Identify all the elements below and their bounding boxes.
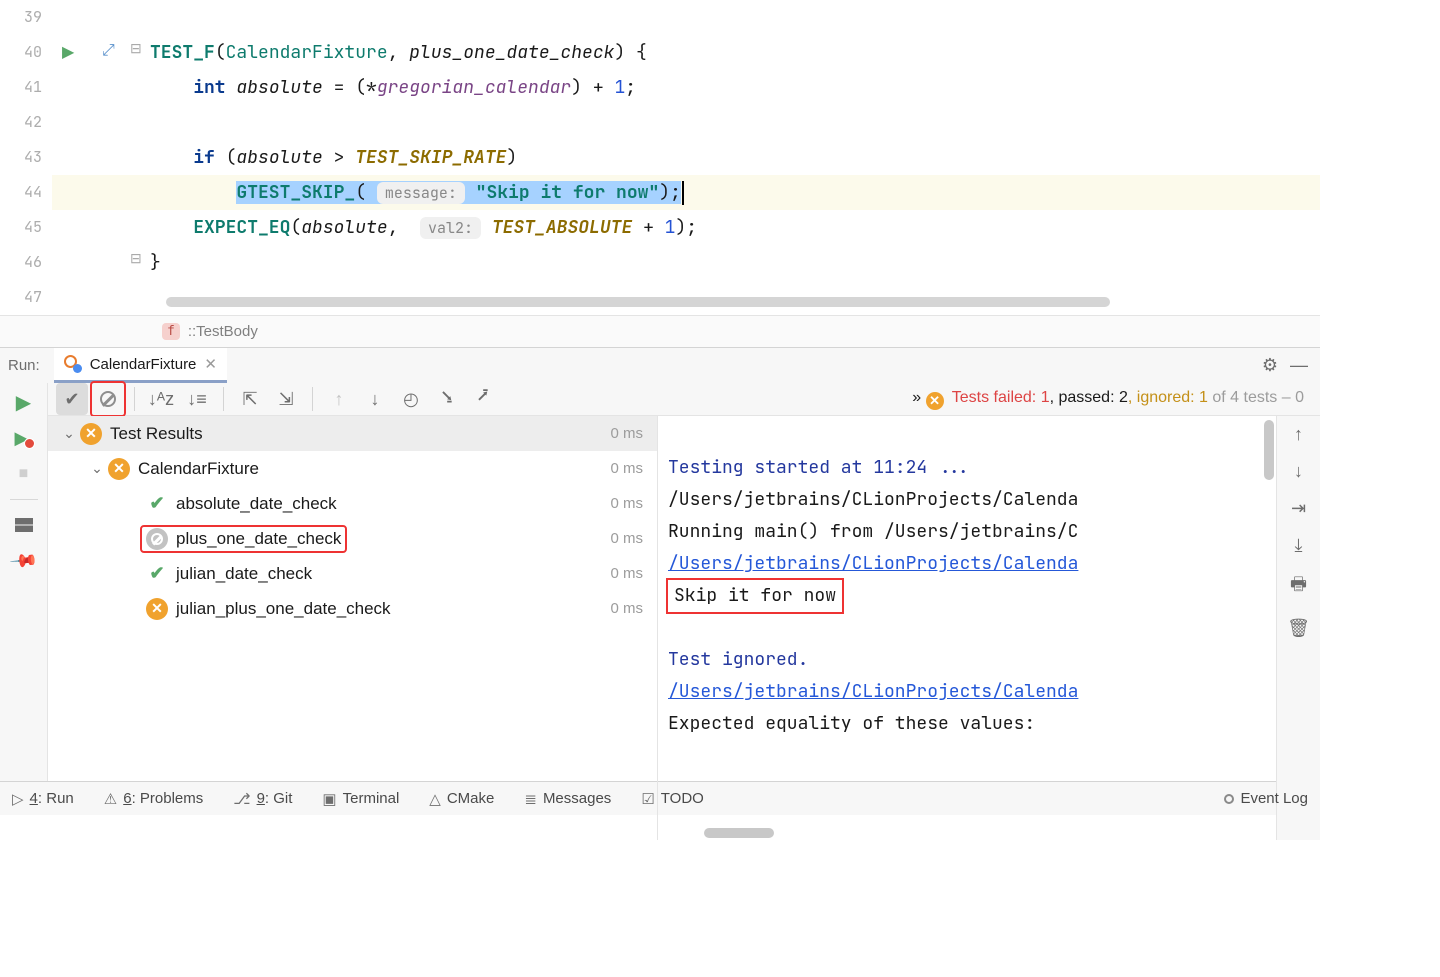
run-test-gutter-icon[interactable]: ▶ xyxy=(62,42,74,62)
status-run-button[interactable]: ▷ 4: Run xyxy=(12,790,74,808)
gtest-icon xyxy=(64,355,82,373)
status-messages-button[interactable]: ≣ Messages xyxy=(524,790,611,808)
status-git-button[interactable]: ⎇ 9: Git xyxy=(233,790,292,808)
run-tool-header: Run: CalendarFixture ✕ ⚙ — xyxy=(0,347,1320,383)
cmake-icon: △ xyxy=(429,790,441,808)
test-item[interactable]: ✔ absolute_date_check 0 ms xyxy=(48,486,657,521)
breadcrumb-bar: f ::TestBody xyxy=(0,315,1320,347)
soft-wrap-icon[interactable]: ⇥ xyxy=(1291,498,1306,519)
show-passed-toggle[interactable]: ✔ xyxy=(56,383,88,415)
editor-area: 39 40 41 42 43 44 45 46 47 ▶ ⤢ ⊟ ⊟ TEST_… xyxy=(0,0,1320,315)
run-left-toolbar: ▶ ▶ ■ 📌 xyxy=(0,383,48,781)
expand-all-icon[interactable]: ⇱ xyxy=(234,383,266,415)
collapse-all-icon[interactable]: ⇲ xyxy=(270,383,302,415)
export-icon[interactable]: ⭷ xyxy=(467,383,499,415)
terminal-icon: ▣ xyxy=(322,790,336,808)
console-vertical-scrollbar[interactable] xyxy=(1264,420,1274,480)
history-icon[interactable]: ◴ xyxy=(395,383,427,415)
skip-status-icon xyxy=(146,528,168,550)
test-tree[interactable]: ⌄ ✕ Test Results 0 ms ⌄ ✕ CalendarFixtur… xyxy=(48,416,658,840)
fail-summary-icon: ✕ xyxy=(926,392,944,410)
test-summary: » ✕ Tests failed: 1, passed: 2, ignored:… xyxy=(912,389,1312,410)
test-item-highlighted[interactable]: plus_one_date_check 0 ms xyxy=(48,521,657,556)
minimize-icon[interactable]: — xyxy=(1290,355,1308,376)
status-terminal-button[interactable]: ▣ Terminal xyxy=(322,790,399,808)
run-tool-body: ▶ ▶ ■ 📌 ✔ ↓ᴬᴢ ↓≡ ⇱ ⇲ ↑ ↓ ◴ ⭸ ⭷ » ✕ xyxy=(0,383,1320,781)
gutter-icons: ▶ ⤢ ⊟ ⊟ xyxy=(52,0,150,315)
breadcrumb-text[interactable]: ::TestBody xyxy=(188,323,258,340)
editor-horizontal-scrollbar[interactable] xyxy=(166,297,1110,307)
close-tab-icon[interactable]: ✕ xyxy=(204,355,217,373)
clear-icon[interactable]: 🗑 xyxy=(1287,618,1310,639)
function-badge-icon: f xyxy=(162,323,180,340)
status-cmake-button[interactable]: △ CMake xyxy=(429,790,494,808)
stop-icon[interactable]: ■ xyxy=(13,463,35,485)
run-tab[interactable]: CalendarFixture ✕ xyxy=(54,348,227,383)
run-icon: ▷ xyxy=(12,790,24,808)
tree-suite[interactable]: ⌄ ✕ CalendarFixture 0 ms xyxy=(48,451,657,486)
console-right-toolbar: ↑ ↓ ⇥ ⤓ 🖶 🗑 xyxy=(1276,416,1320,840)
test-item[interactable]: ✔ julian_date_check 0 ms xyxy=(48,556,657,591)
todo-icon: ☑ xyxy=(641,790,654,808)
down-arrow-icon[interactable]: ↓ xyxy=(1294,461,1303,482)
sort-alpha-icon[interactable]: ↓ᴬᴢ xyxy=(145,383,177,415)
pass-status-icon: ✔ xyxy=(146,493,168,515)
next-failed-icon[interactable]: ↓ xyxy=(359,383,391,415)
scroll-to-end-icon[interactable]: ⤓ xyxy=(1295,535,1303,556)
tree-root[interactable]: ⌄ ✕ Test Results 0 ms xyxy=(48,416,657,451)
chevron-down-icon[interactable]: ⌄ xyxy=(58,425,80,442)
run-icon[interactable]: ▶ xyxy=(13,391,35,413)
test-item[interactable]: ✕ julian_plus_one_date_check 0 ms xyxy=(48,591,657,626)
warn-status-icon: ✕ xyxy=(80,423,102,445)
pass-status-icon: ✔ xyxy=(146,563,168,585)
test-toolbar: ✔ ↓ᴬᴢ ↓≡ ⇱ ⇲ ↑ ↓ ◴ ⭸ ⭷ » ✕ Tests failed:… xyxy=(48,383,1320,416)
console-output[interactable]: Testing started at 11:24 ... /Users/jetb… xyxy=(658,416,1276,840)
print-icon[interactable]: 🖶 xyxy=(1290,572,1307,602)
sort-duration-icon[interactable]: ↓≡ xyxy=(181,383,213,415)
run-tab-label: CalendarFixture xyxy=(90,356,197,373)
git-branch-icon: ⎇ xyxy=(233,790,250,808)
settings-icon[interactable]: ⚙ xyxy=(1262,355,1278,376)
up-arrow-icon[interactable]: ↑ xyxy=(1294,424,1303,445)
status-problems-button[interactable]: ⚠ 6: Problems xyxy=(104,790,204,808)
fold-end-icon[interactable]: ⊟ xyxy=(130,250,142,267)
messages-icon: ≣ xyxy=(524,790,537,808)
warn-status-icon: ✕ xyxy=(146,598,168,620)
warn-status-icon: ✕ xyxy=(108,458,130,480)
import-icon[interactable]: ⭸ xyxy=(431,383,463,415)
prev-failed-icon[interactable]: ↑ xyxy=(323,383,355,415)
layout-icon[interactable] xyxy=(13,514,35,536)
show-ignored-toggle[interactable] xyxy=(92,383,124,415)
rerun-failed-icon[interactable]: ▶ xyxy=(13,427,35,449)
problems-icon: ⚠ xyxy=(104,790,117,808)
line-gutter: 39 40 41 42 43 44 45 46 47 xyxy=(0,0,52,315)
run-label: Run: xyxy=(8,357,40,374)
chevron-down-icon[interactable]: ⌄ xyxy=(86,460,108,477)
console-horizontal-scrollbar[interactable] xyxy=(704,828,774,838)
pin-icon[interactable]: 📌 xyxy=(8,546,39,577)
fold-start-icon[interactable]: ⊟ xyxy=(130,40,142,57)
diff-gutter-icon[interactable]: ⤢ xyxy=(102,42,115,60)
code-editor[interactable]: TEST_F(CalendarFixture, plus_one_date_ch… xyxy=(150,0,1320,315)
